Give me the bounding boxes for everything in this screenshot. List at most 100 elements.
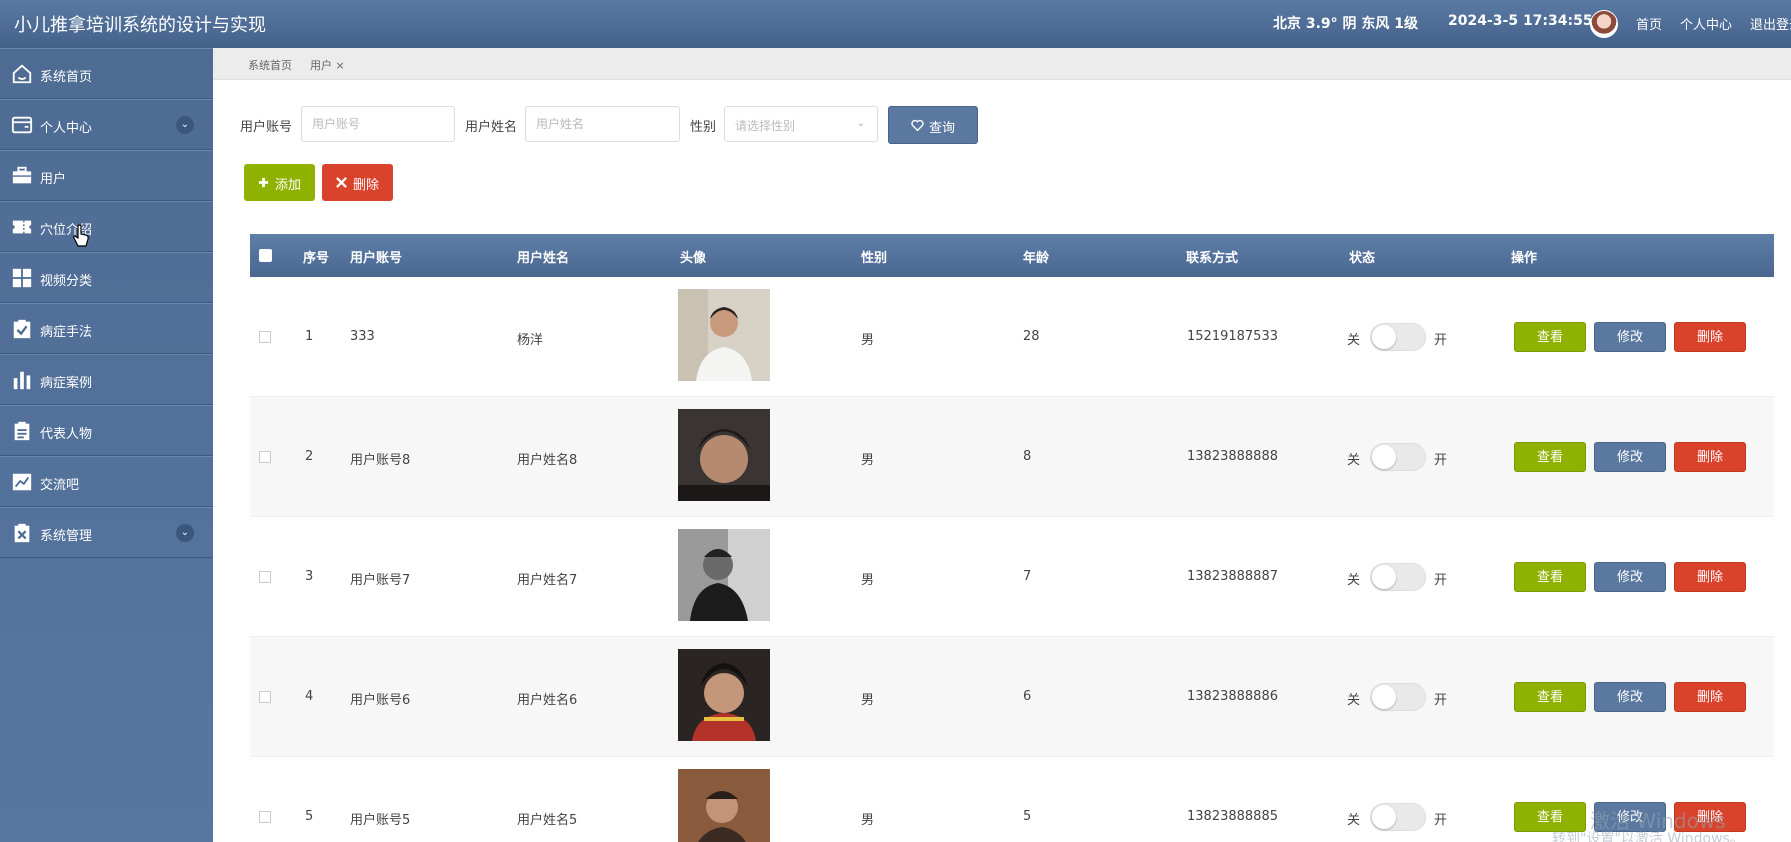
sidebar-item-acupoints[interactable]: 穴位介绍 xyxy=(0,201,213,252)
query-button[interactable]: 查询 xyxy=(888,106,978,144)
edit-button[interactable]: 修改 xyxy=(1594,562,1666,592)
row-account: 用户账号8 xyxy=(350,453,411,468)
row-index: 1 xyxy=(305,329,314,344)
line-chart-icon xyxy=(12,473,32,491)
sidebar-item-home[interactable]: 系统首页 xyxy=(0,48,213,99)
account-label: 用户账号 xyxy=(240,120,293,135)
column-header: 性别 xyxy=(861,251,888,266)
row-phone: 13823888888 xyxy=(1187,449,1278,464)
sidebar-item-video-categories[interactable]: 视频分类 xyxy=(0,252,213,303)
delete-button[interactable]: 删除 xyxy=(1674,322,1746,352)
row-checkbox[interactable] xyxy=(259,451,271,463)
sidebar-item-representatives[interactable]: 代表人物 xyxy=(0,405,213,456)
breadcrumb-current-tab[interactable]: 用户 × xyxy=(310,57,345,73)
delete-button[interactable]: 删除 xyxy=(1674,442,1746,472)
select-all-checkbox[interactable] xyxy=(259,249,272,262)
edit-button[interactable]: 修改 xyxy=(1594,442,1666,472)
sidebar-item-forum[interactable]: 交流吧 xyxy=(0,456,213,507)
delete-button[interactable]: 删除 xyxy=(1674,682,1746,712)
row-phone: 13823888885 xyxy=(1187,809,1278,824)
table-header: 序号 用户账号 用户姓名 头像 性别 年龄 联系方式 状态 操作 xyxy=(250,234,1774,277)
row-gender: 男 xyxy=(861,453,875,468)
row-name: 用户姓名8 xyxy=(517,453,578,468)
user-photo[interactable] xyxy=(678,649,770,741)
status-off-label: 关 xyxy=(1347,453,1361,468)
delete-button[interactable]: 删除 xyxy=(1674,562,1746,592)
batch-delete-button[interactable]: 删除 xyxy=(322,164,393,201)
row-checkbox[interactable] xyxy=(259,571,271,583)
view-button[interactable]: 查看 xyxy=(1514,682,1586,712)
row-index: 4 xyxy=(305,689,314,704)
view-button[interactable]: 查看 xyxy=(1514,442,1586,472)
status-on-label: 开 xyxy=(1434,453,1448,468)
close-icon xyxy=(336,177,347,188)
status-toggle[interactable] xyxy=(1370,563,1426,591)
wallet-icon xyxy=(11,116,33,134)
batch-delete-button-label: 删除 xyxy=(353,178,380,193)
account-search-input[interactable] xyxy=(301,106,455,142)
sidebar-item-label: 视频分类 xyxy=(40,274,93,289)
avatar[interactable] xyxy=(1590,10,1618,38)
gender-select[interactable]: 请选择性别 ⌄ xyxy=(724,106,878,142)
user-photo[interactable] xyxy=(678,529,770,621)
status-toggle[interactable] xyxy=(1370,323,1426,351)
status-off-label: 关 xyxy=(1347,573,1361,588)
name-search-input[interactable] xyxy=(525,106,680,142)
grid-icon xyxy=(12,268,32,288)
row-age: 6 xyxy=(1023,689,1032,704)
user-photo[interactable] xyxy=(678,409,770,501)
heart-icon xyxy=(911,119,924,132)
chevron-down-icon[interactable]: ⌄ xyxy=(176,116,194,134)
app-title: 小儿推拿培训系统的设计与实现 xyxy=(14,15,266,36)
nav-home-link[interactable]: 首页 xyxy=(1636,14,1662,33)
row-index: 3 xyxy=(305,569,314,584)
chevron-down-icon[interactable]: ⌄ xyxy=(176,524,194,542)
column-header: 联系方式 xyxy=(1186,251,1239,266)
nav-profile-link[interactable]: 个人中心 xyxy=(1680,14,1732,33)
status-on-label: 开 xyxy=(1434,573,1448,588)
nav-logout-link[interactable]: 退出登录 xyxy=(1750,14,1791,33)
row-index: 2 xyxy=(305,449,314,464)
row-checkbox[interactable] xyxy=(259,691,271,703)
checklist-icon xyxy=(13,319,31,339)
sidebar-item-label: 个人中心 xyxy=(40,121,93,136)
row-age: 28 xyxy=(1023,329,1040,344)
row-checkbox[interactable] xyxy=(259,331,271,343)
weather-info: 北京 3.9° 阴 东风 1级 xyxy=(1273,16,1419,32)
status-off-label: 关 xyxy=(1347,693,1361,708)
row-account: 用户账号5 xyxy=(350,813,411,828)
user-photo[interactable] xyxy=(678,769,770,842)
column-header: 用户姓名 xyxy=(517,251,570,266)
row-name: 用户姓名6 xyxy=(517,693,578,708)
column-header: 序号 xyxy=(303,251,330,266)
row-gender: 男 xyxy=(861,813,875,828)
status-off-label: 关 xyxy=(1347,813,1361,828)
edit-button[interactable]: 修改 xyxy=(1594,322,1666,352)
sidebar-item-techniques[interactable]: 病症手法 xyxy=(0,303,213,354)
add-button[interactable]: 添加 xyxy=(244,164,315,201)
row-gender: 男 xyxy=(861,693,875,708)
view-button[interactable]: 查看 xyxy=(1514,562,1586,592)
row-phone: 15219187533 xyxy=(1187,329,1278,344)
status-toggle[interactable] xyxy=(1370,803,1426,831)
breadcrumb-home[interactable]: 系统首页 xyxy=(248,57,292,73)
row-checkbox[interactable] xyxy=(259,811,271,823)
edit-button[interactable]: 修改 xyxy=(1594,682,1666,712)
sidebar-item-system[interactable]: 系统管理 ⌄ xyxy=(0,507,213,558)
sidebar-item-users[interactable]: 用户 xyxy=(0,150,213,201)
sidebar: 系统首页 个人中心 ⌄ 用户 穴位介绍 视频分类 病症手法 病症案例 代表人物 … xyxy=(0,48,213,842)
sidebar-item-cases[interactable]: 病症案例 xyxy=(0,354,213,405)
column-header: 年龄 xyxy=(1023,251,1050,266)
row-account: 用户账号6 xyxy=(350,693,411,708)
status-toggle[interactable] xyxy=(1370,443,1426,471)
column-header: 用户账号 xyxy=(350,251,403,266)
user-photo[interactable] xyxy=(678,289,770,381)
hand-cursor-icon xyxy=(73,224,89,247)
sidebar-item-profile[interactable]: 个人中心 ⌄ xyxy=(0,99,213,150)
view-button[interactable]: 查看 xyxy=(1514,322,1586,352)
row-account: 用户账号7 xyxy=(350,573,411,588)
row-gender: 男 xyxy=(861,573,875,588)
sidebar-item-label: 系统首页 xyxy=(40,70,93,85)
briefcase-icon xyxy=(12,166,32,184)
status-toggle[interactable] xyxy=(1370,683,1426,711)
